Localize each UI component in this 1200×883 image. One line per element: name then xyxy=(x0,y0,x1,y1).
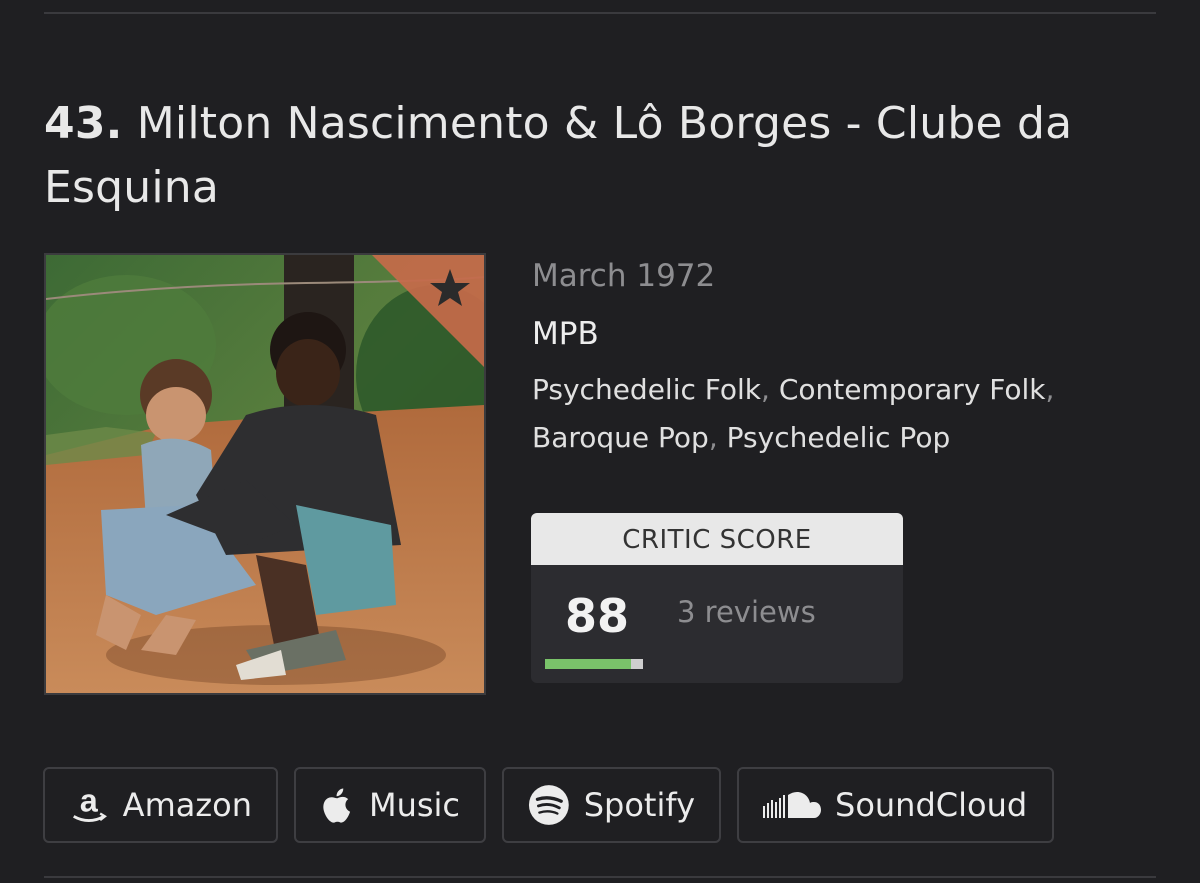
svg-text:a: a xyxy=(80,784,99,819)
genre-link[interactable]: Contemporary Folk xyxy=(779,373,1046,406)
spotify-icon xyxy=(528,785,569,825)
soundcloud-icon xyxy=(763,792,821,818)
top-divider xyxy=(44,12,1156,14)
spotify-button[interactable]: Spotify xyxy=(502,767,721,843)
apple-music-label: Music xyxy=(368,786,460,824)
critic-score-value: 88 xyxy=(565,589,630,643)
secondary-genres: Psychedelic Folk, Contemporary Folk, Bar… xyxy=(532,373,1055,454)
bottom-divider xyxy=(44,876,1156,878)
genre-link[interactable]: Psychedelic Folk xyxy=(532,373,761,406)
soundcloud-label: SoundCloud xyxy=(835,786,1028,824)
genre-link[interactable]: Baroque Pop xyxy=(532,421,709,454)
review-count[interactable]: 3 reviews xyxy=(677,595,816,629)
score-bar-fill xyxy=(545,659,632,669)
amazon-icon: a xyxy=(73,784,107,822)
amazon-label: Amazon xyxy=(122,786,252,824)
album-title[interactable]: 43. Milton Nascimento & Lô Borges - Club… xyxy=(44,92,1104,220)
soundcloud-button[interactable]: SoundCloud xyxy=(737,767,1054,843)
album-title-text: Milton Nascimento & Lô Borges - Clube da… xyxy=(44,98,1073,213)
apple-icon xyxy=(323,788,351,823)
album-cover[interactable] xyxy=(44,253,486,695)
apple-music-button[interactable]: Music xyxy=(294,767,486,843)
favorite-star-flag[interactable] xyxy=(372,255,484,367)
critic-score-header: CRITIC SCORE xyxy=(531,513,903,565)
amazon-button[interactable]: a Amazon xyxy=(43,767,278,843)
score-bar xyxy=(545,659,643,669)
release-date: March 1972 xyxy=(532,258,716,294)
genre-link[interactable]: Psychedelic Pop xyxy=(727,421,951,454)
purchase-links: a Amazon Music Spotify SoundCloud xyxy=(43,767,1054,843)
spotify-label: Spotify xyxy=(583,786,695,824)
critic-score-panel[interactable]: CRITIC SCORE 88 3 reviews xyxy=(531,513,903,683)
primary-genre[interactable]: MPB xyxy=(532,316,599,352)
rank-number: 43. xyxy=(44,98,123,149)
